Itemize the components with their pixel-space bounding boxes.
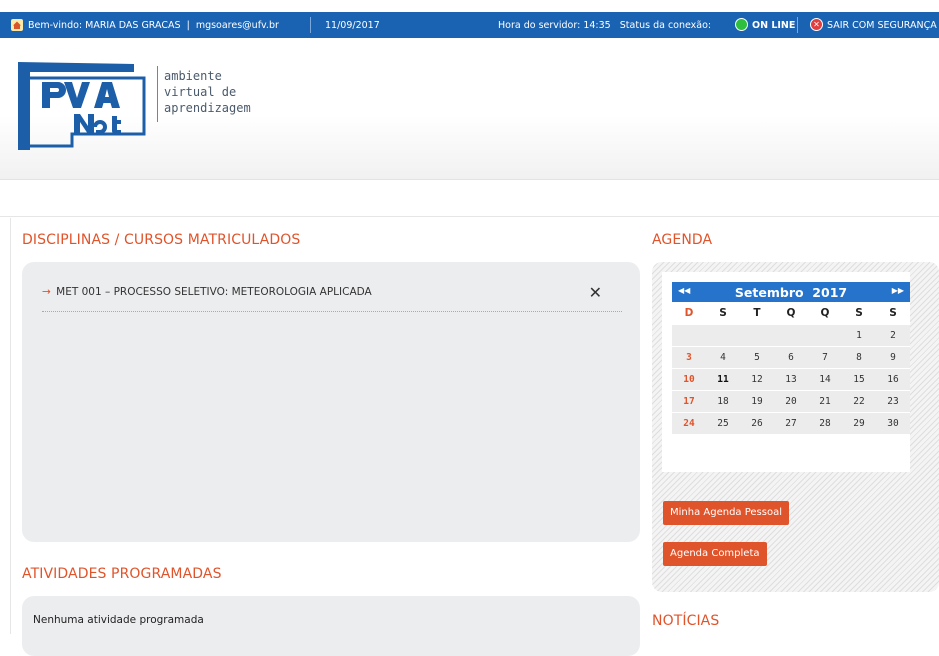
calendar-header: ◀◀ Setembro 2017 ▶▶	[672, 282, 910, 302]
calendar-title: Setembro 2017	[672, 285, 910, 300]
calendar-day[interactable]: 8	[842, 346, 876, 369]
calendar-day[interactable]: 27	[774, 412, 808, 435]
course-label[interactable]: MET 001 – PROCESSO SELETIVO: METEOROLOGI…	[56, 286, 372, 298]
top-bar: Bem-vindo: MARIA DAS GRACAS | mgsoares@u…	[0, 12, 939, 38]
calendar-day[interactable]: 6	[774, 346, 808, 369]
logo-divider	[157, 66, 158, 122]
calendar-day[interactable]: 4	[706, 346, 740, 369]
calendar-empty-cell	[672, 324, 706, 347]
course-item[interactable]: → MET 001 – PROCESSO SELETIVO: METEOROLO…	[42, 283, 622, 312]
calendar-day[interactable]: 9	[876, 346, 910, 369]
welcome-text: Bem-vindo: MARIA DAS GRACAS | mgsoares@u…	[28, 20, 279, 31]
calendar-day[interactable]: 15	[842, 368, 876, 391]
calendar-day[interactable]: 19	[740, 390, 774, 413]
calendar-day[interactable]: 12	[740, 368, 774, 391]
full-agenda-button[interactable]: Agenda Completa	[663, 542, 767, 566]
calendar-grid: DSTQQSS 1 2 3 4 5 6 7 8 9 10 11 12 13 14 15 16 17 18 19 20 2…	[672, 302, 910, 435]
agenda-title: AGENDA	[652, 232, 713, 248]
calendar-day[interactable]: 11	[706, 368, 740, 391]
calendar-day[interactable]: 3	[672, 346, 706, 369]
calendar-empty-cell	[706, 324, 740, 347]
server-status: Hora do servidor: 14:35 Status da conexã…	[498, 20, 711, 31]
online-icon	[735, 18, 748, 31]
calendar-day[interactable]: 21	[808, 390, 842, 413]
server-time: Hora do servidor: 14:35	[498, 20, 611, 31]
calendar-day[interactable]: 18	[706, 390, 740, 413]
calendar-day[interactable]: 13	[774, 368, 808, 391]
calendar-year: 2017	[812, 285, 848, 300]
weekday-header: T	[740, 302, 774, 325]
calendar-day[interactable]: 16	[876, 368, 910, 391]
calendar-day[interactable]: 17	[672, 390, 706, 413]
calendar: ◀◀ Setembro 2017 ▶▶ DSTQQSS 1 2 3 4 5 6 7 8 9 10 1…	[662, 272, 910, 472]
calendar-day[interactable]: 26	[740, 412, 774, 435]
calendar-day[interactable]: 22	[842, 390, 876, 413]
status-label: Status da conexão:	[619, 20, 712, 31]
menu-band	[0, 181, 939, 217]
calendar-month: Setembro	[734, 285, 804, 300]
logo-line: ambiente	[164, 69, 222, 83]
calendar-day[interactable]: 24	[672, 412, 706, 435]
logo-line: aprendizagem	[164, 101, 251, 115]
logout-link[interactable]: SAIR COM SEGURANÇA	[827, 20, 937, 31]
weekday-header: Q	[808, 302, 842, 325]
divider	[797, 17, 798, 33]
current-date: 11/09/2017	[325, 20, 380, 31]
calendar-day[interactable]: 29	[842, 412, 876, 435]
calendar-empty-cell	[740, 324, 774, 347]
logout-icon[interactable]: ✕	[810, 18, 823, 31]
calendar-day[interactable]: 28	[808, 412, 842, 435]
calendar-day[interactable]: 2	[876, 324, 910, 347]
calendar-day[interactable]: 25	[706, 412, 740, 435]
weekday-header: Q	[774, 302, 808, 325]
weekday-header: D	[672, 302, 706, 325]
arrow-right-icon: →	[42, 286, 51, 298]
calendar-day[interactable]: 14	[808, 368, 842, 391]
next-month-icon[interactable]: ▶▶	[892, 286, 904, 295]
activities-panel	[22, 596, 640, 656]
calendar-day[interactable]: 23	[876, 390, 910, 413]
personal-agenda-button[interactable]: Minha Agenda Pessoal	[663, 501, 789, 525]
calendar-empty-cell	[808, 324, 842, 347]
calendar-day[interactable]: 5	[740, 346, 774, 369]
calendar-day[interactable]: 30	[876, 412, 910, 435]
close-icon[interactable]: ✕	[589, 283, 602, 302]
divider	[310, 17, 311, 33]
connection-status: ON LINE	[752, 20, 796, 31]
logo-tagline: ambiente virtual de aprendizagem	[164, 68, 251, 116]
empty-activities: Nenhuma atividade programada	[33, 614, 204, 626]
home-icon[interactable]	[11, 19, 23, 31]
pva-net-logo-icon[interactable]	[14, 58, 154, 158]
logo-line: virtual de	[164, 85, 237, 99]
weekday-header: S	[876, 302, 910, 325]
calendar-empty-cell	[774, 324, 808, 347]
news-title: NOTÍCIAS	[652, 613, 720, 629]
courses-title: DISCIPLINAS / CURSOS MATRICULADOS	[22, 232, 301, 248]
calendar-day[interactable]: 10	[672, 368, 706, 391]
header: ambiente virtual de aprendizagem	[0, 38, 939, 180]
calendar-day[interactable]: 7	[808, 346, 842, 369]
activities-title: ATIVIDADES PROGRAMADAS	[22, 566, 222, 582]
user-email: mgsoares@ufv.br	[195, 20, 279, 31]
calendar-day[interactable]: 20	[774, 390, 808, 413]
weekday-header: S	[842, 302, 876, 325]
weekday-header: S	[706, 302, 740, 325]
calendar-day[interactable]: 1	[842, 324, 876, 347]
